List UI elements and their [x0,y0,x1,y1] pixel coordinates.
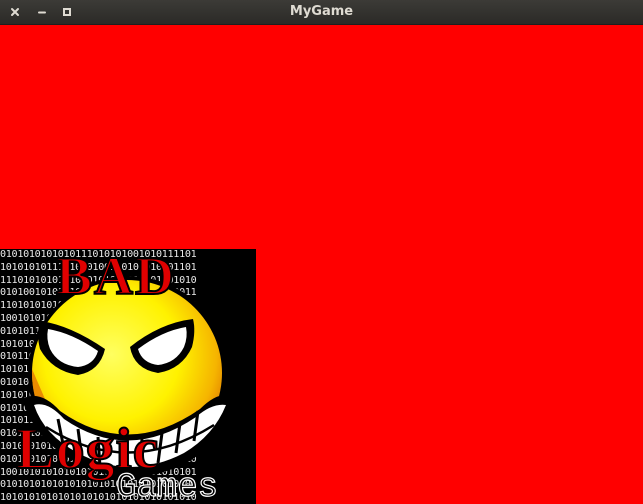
badlogic-logo-image: 0101010101010111010101001010111101 101010… [0,249,256,504]
title-bar[interactable]: MyGame [0,0,643,25]
game-canvas[interactable]: 0101010101010111010101001010111101 101010… [0,25,643,504]
game-window: MyGame 010101010101011101010100101011110… [0,0,643,504]
logo-word-bad: BAD [55,249,177,307]
window-title: MyGame [289,4,354,19]
logo-word-games: Games [115,468,219,504]
